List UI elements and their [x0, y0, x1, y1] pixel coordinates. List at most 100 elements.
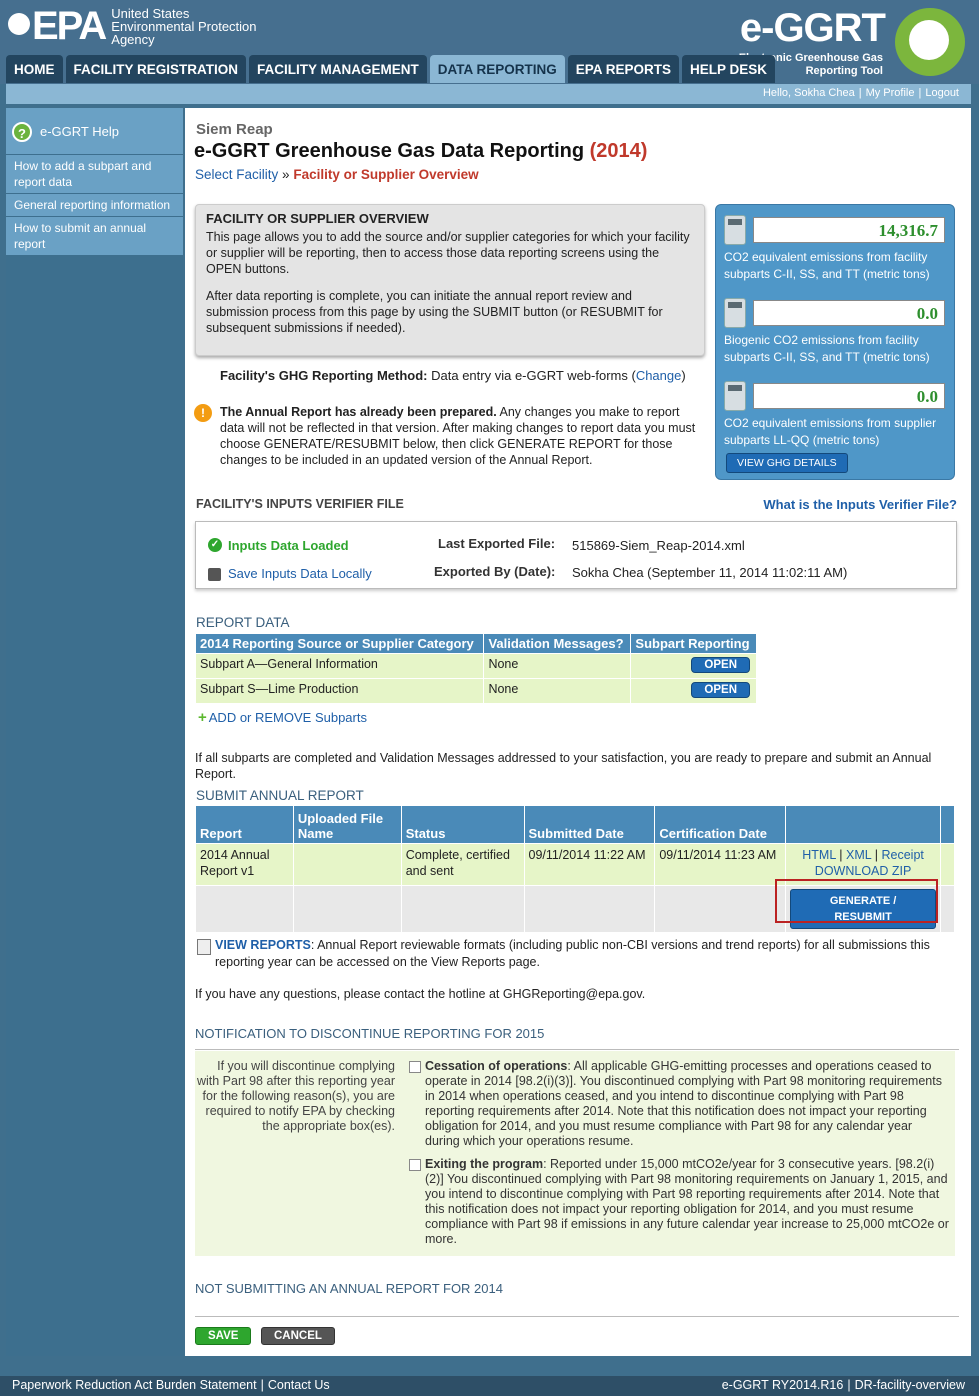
sidebar-item-submit-report[interactable]: How to submit an annual report	[6, 216, 183, 255]
paperwork-link[interactable]: Paperwork Reduction Act Burden Statement	[12, 1378, 257, 1392]
page-title: e-GGRT Greenhouse Gas Data Reporting (20…	[194, 140, 647, 163]
save-inputs-link[interactable]: Save Inputs Data Locally	[208, 566, 372, 581]
option-title: Cessation of operations	[425, 1059, 568, 1073]
xml-link[interactable]: XML	[846, 848, 871, 862]
exiting-option: Exiting the program: Reported under 15,0…	[409, 1157, 949, 1247]
user-greeting: Hello, Sokha Chea	[762, 87, 855, 99]
ghg-label: CO2 equivalent emissions from supplier s…	[724, 416, 937, 447]
my-profile-link[interactable]: My Profile	[866, 87, 915, 99]
annual-report-warning: ! The Annual Report has already been prep…	[194, 404, 704, 468]
col-header: Validation Messages?	[483, 633, 632, 654]
uploaded-file	[292, 843, 402, 886]
nav-help-desk[interactable]: HELP DESK	[682, 55, 776, 83]
col-header: Report	[195, 805, 294, 844]
certification-date: 09/11/2014 11:23 AM	[654, 843, 787, 886]
col-header: Status	[400, 805, 525, 844]
nav-data-reporting[interactable]: DATA REPORTING	[429, 55, 565, 83]
not-submitting-heading[interactable]: NOT SUBMITTING AN ANNUAL REPORT FOR 2014	[195, 1281, 959, 1317]
view-reports-desc: : Annual Report reviewable formats (incl…	[215, 938, 930, 969]
exiting-checkbox[interactable]	[409, 1159, 421, 1171]
ghg-value: 14,316.7	[753, 217, 945, 243]
crumb-current: Facility or Supplier Overview	[293, 167, 479, 182]
col-header: Certification Date	[654, 805, 787, 844]
html-link[interactable]: HTML	[802, 848, 836, 862]
what-is-iv-link[interactable]: What is the Inputs Verifier File?	[763, 497, 957, 512]
submitted-date: 09/11/2014 11:22 AM	[523, 843, 656, 886]
cancel-button[interactable]: CANCEL	[261, 1327, 335, 1345]
open-button[interactable]: OPEN	[691, 657, 750, 673]
nav-epa-reports[interactable]: EPA REPORTS	[567, 55, 680, 83]
validation-value: None	[483, 653, 632, 679]
agency-line: United States	[111, 5, 190, 21]
questions-text: If you have any questions, please contac…	[195, 987, 646, 1001]
cessation-option: Cessation of operations: All applicable …	[409, 1059, 949, 1149]
facility-name: Siem Reap	[196, 121, 273, 138]
logout-link[interactable]: Logout	[925, 87, 959, 99]
validation-value: None	[483, 678, 632, 704]
agency-line: Agency	[111, 31, 155, 47]
app-name: e-GGRT	[739, 6, 886, 50]
iv-heading: FACILITY'S INPUTS VERIFIER FILE	[196, 497, 404, 511]
page-id-label: DR-facility-overview	[854, 1378, 965, 1392]
col-header: Uploaded File Name	[292, 805, 402, 844]
view-ghg-details-button[interactable]: VIEW GHG DETAILS	[726, 453, 848, 473]
method-close: )	[681, 368, 686, 383]
add-remove-subparts-link[interactable]: ADD or REMOVE Subparts	[198, 709, 367, 726]
last-exported-label: Last Exported File:	[438, 536, 556, 551]
calculator-icon	[724, 215, 746, 245]
nav-facility-management[interactable]: FACILITY MANAGEMENT	[249, 55, 427, 83]
epa-logo[interactable]: EPA United States Environmental Protectio…	[8, 6, 257, 46]
contact-us-link[interactable]: Contact Us	[268, 1378, 330, 1392]
nav-home[interactable]: HOME	[6, 55, 63, 83]
cessation-checkbox[interactable]	[409, 1061, 421, 1073]
col-header-scroll	[939, 805, 956, 844]
download-zip-link[interactable]: DOWNLOAD ZIP	[815, 864, 912, 878]
title-text: e-GGRT Greenhouse Gas Data Reporting	[194, 140, 585, 162]
calculator-icon	[724, 381, 746, 411]
help-header: ? e-GGRT Help	[6, 108, 183, 154]
view-reports-link[interactable]: VIEW REPORTS	[215, 938, 311, 952]
version-label: e-GGRT RY2014.R16	[721, 1378, 844, 1392]
breadcrumb: Select Facility » Facility or Supplier O…	[195, 167, 479, 182]
change-method-link[interactable]: Change	[636, 368, 682, 383]
view-reports-text: VIEW REPORTS: Annual Report reviewable f…	[195, 937, 960, 971]
main-nav: HOME FACILITY REGISTRATION FACILITY MANA…	[6, 55, 778, 83]
heron-icon	[895, 8, 965, 76]
header: EPA United States Environmental Protectio…	[0, 0, 979, 84]
footer: Paperwork Reduction Act Burden Statement…	[0, 1376, 979, 1396]
title-year: (2014)	[589, 140, 648, 162]
overview-text: After data reporting is complete, you ca…	[206, 289, 663, 335]
save-button[interactable]: SAVE	[195, 1327, 252, 1345]
overview-box: FACILITY OR SUPPLIER OVERVIEW This page …	[195, 204, 705, 356]
nav-facility-registration[interactable]: FACILITY REGISTRATION	[65, 55, 247, 83]
discontinue-instructions: If you will discontinue complying with P…	[196, 1059, 395, 1133]
subpart-name: Subpart S—Lime Production	[194, 678, 485, 704]
report-data-heading: REPORT DATA	[196, 615, 290, 630]
sidebar-item-add-subpart[interactable]: How to add a subpart and report data	[6, 154, 183, 193]
table-row: Subpart S—Lime Production None OPEN	[194, 678, 757, 704]
highlight-box	[775, 879, 938, 923]
report-name: 2014 Annual Report v1	[195, 843, 294, 886]
table-row: Subpart A—General Information None OPEN	[194, 653, 757, 679]
open-button[interactable]: OPEN	[691, 682, 750, 698]
help-title: e-GGRT Help	[40, 124, 119, 139]
exported-by-value: Sokha Chea (September 11, 2014 11:02:11 …	[572, 565, 848, 580]
col-header: Submitted Date	[523, 805, 656, 844]
last-exported-value: 515869-Siem_Reap-2014.xml	[572, 538, 745, 553]
warning-bold: The Annual Report has already been prepa…	[220, 405, 497, 419]
help-icon: ?	[12, 122, 32, 142]
option-title: Exiting the program	[425, 1157, 544, 1171]
epa-flower-icon	[8, 13, 30, 36]
overview-text: This page allows you to add the source a…	[206, 230, 690, 276]
sidebar-item-general-info[interactable]: General reporting information	[6, 193, 183, 216]
ghg-value: 0.0	[753, 383, 945, 409]
ghg-label: CO2 equivalent emissions from facility s…	[724, 250, 930, 281]
col-header: 2014 Reporting Source or Supplier Catego…	[194, 633, 485, 654]
method-label: Facility's GHG Reporting Method:	[220, 368, 428, 383]
discontinue-box: If you will discontinue complying with P…	[195, 1051, 955, 1256]
method-value: Data entry via e-GGRT web-forms (	[431, 368, 636, 383]
subpart-name: Subpart A—General Information	[194, 653, 485, 679]
receipt-link[interactable]: Receipt	[881, 848, 923, 862]
select-facility-link[interactable]: Select Facility	[195, 167, 278, 182]
main-content: Siem Reap e-GGRT Greenhouse Gas Data Rep…	[185, 108, 971, 1356]
